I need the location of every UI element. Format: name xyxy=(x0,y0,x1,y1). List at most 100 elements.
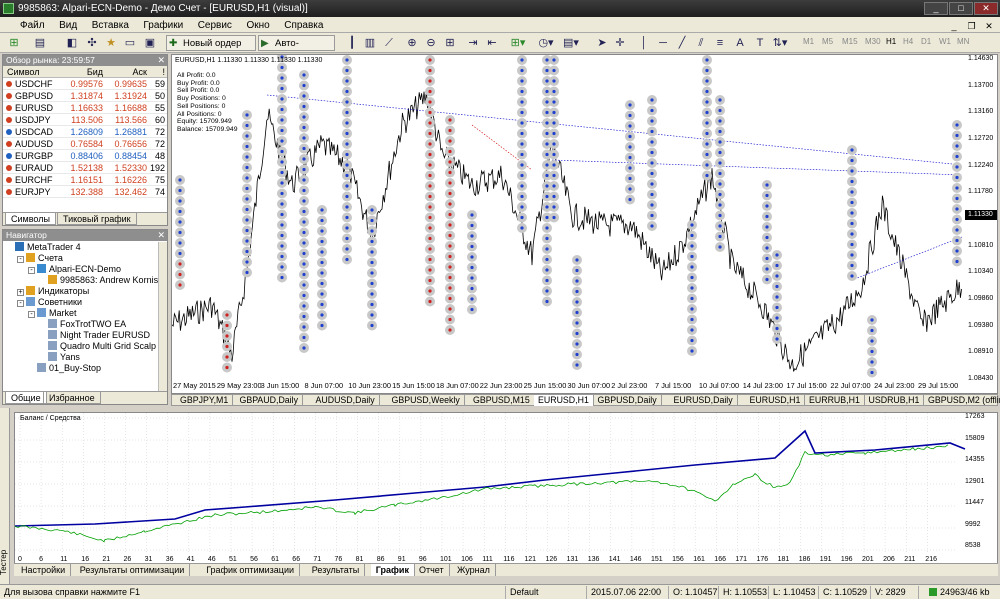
column-symbol[interactable]: Символ xyxy=(3,66,65,77)
chart-tab[interactable]: GBPUSD,Weekly xyxy=(388,395,465,406)
maximize-button[interactable]: □ xyxy=(949,2,973,15)
close-button[interactable]: ✕ xyxy=(974,2,998,15)
column-bid[interactable]: Бид xyxy=(65,66,103,77)
zoom-in-icon[interactable]: ⊕ xyxy=(404,35,420,51)
chart-shift-icon[interactable]: ⇤ xyxy=(484,35,500,51)
market-watch-row[interactable]: USDCAD 1.26809 1.26881 72 xyxy=(3,126,167,138)
tab-symbols[interactable]: Символы xyxy=(5,213,56,225)
horizontal-line-icon[interactable]: ─ xyxy=(655,35,671,51)
vertical-line-icon[interactable]: │ xyxy=(636,35,652,51)
column-spread[interactable]: ! xyxy=(147,66,167,77)
timeframe-m15[interactable]: M15 xyxy=(842,37,858,46)
tester-tab[interactable]: Результаты xyxy=(307,564,366,576)
navigator-item[interactable]: MetaTrader 4 xyxy=(3,242,167,253)
tab-tick-chart[interactable]: Тиковый график xyxy=(57,213,137,225)
navigator-item[interactable]: - Market xyxy=(3,308,167,319)
profiles-icon[interactable]: ▤ xyxy=(32,35,48,51)
navigator-item[interactable]: 01_Buy-Stop xyxy=(3,363,167,374)
timeframe-d1[interactable]: D1 xyxy=(921,37,931,46)
indicators-icon[interactable]: ⊞▾ xyxy=(510,35,526,51)
mdi-close-icon[interactable]: ✕ xyxy=(982,20,996,33)
expand-toggle-icon[interactable]: - xyxy=(28,267,35,274)
chart-tab[interactable]: EURUSD,Daily xyxy=(670,395,738,406)
market-watch-row[interactable]: AUDUSD 0.76584 0.76656 72 xyxy=(3,138,167,150)
tester-tab[interactable]: Журнал xyxy=(452,564,496,576)
menu-charts[interactable]: Графики xyxy=(137,18,189,34)
navigator-item[interactable]: - Советники xyxy=(3,297,167,308)
market-watch-row[interactable]: EURUSD 1.16633 1.16688 55 xyxy=(3,102,167,114)
trendline-icon[interactable]: ╱ xyxy=(674,35,690,51)
tile-windows-icon[interactable]: ⊞ xyxy=(442,35,458,51)
chart-tab[interactable]: GBPUSD,M15 xyxy=(469,395,535,406)
mdi-restore-icon[interactable]: ❐ xyxy=(964,20,978,33)
navigator-item[interactable]: Night Trader EURUSD xyxy=(3,330,167,341)
chart-tab[interactable]: GBPJPY,M1 xyxy=(176,395,234,406)
text-tool-icon[interactable]: A xyxy=(732,35,748,51)
cursor-icon[interactable]: ➤ xyxy=(594,35,610,51)
expand-toggle-icon[interactable]: - xyxy=(28,311,35,318)
data-window-icon[interactable]: ✣ xyxy=(84,35,100,51)
channel-icon[interactable]: ⫽ xyxy=(693,35,709,51)
chart-tab[interactable]: GBPAUD,Daily xyxy=(236,395,303,406)
timeframe-mn[interactable]: MN xyxy=(957,37,969,46)
navigator-item[interactable]: - Alpari-ECN-Demo xyxy=(3,264,167,275)
chart-tab[interactable]: GBPUSD,M2 (offline) xyxy=(924,395,1000,406)
market-watch-row[interactable]: USDCHF 0.99576 0.99635 59 xyxy=(3,78,167,90)
navigator-scrollbar[interactable] xyxy=(158,242,167,391)
chart-tab[interactable]: EURUSD,H1 xyxy=(746,395,806,406)
chart-tab[interactable]: GBPUSD,Daily xyxy=(594,395,662,406)
market-watch-row[interactable]: GBPUSD 1.31874 1.31924 50 xyxy=(3,90,167,102)
navigator-item[interactable]: 9985863: Andrew Kornis xyxy=(3,275,167,286)
market-watch-row[interactable]: EURAUD 1.52138 1.52330 192 xyxy=(3,162,167,174)
tester-tab[interactable]: Отчет xyxy=(414,564,450,576)
tab-favorites[interactable]: Избранное xyxy=(43,392,101,404)
timeframe-m30[interactable]: M30 xyxy=(865,37,881,46)
candles-icon[interactable]: ▥ xyxy=(362,35,378,51)
text-label-icon[interactable]: T xyxy=(752,35,768,51)
crosshair-icon[interactable]: ✛ xyxy=(612,35,628,51)
periods-icon[interactable]: ◷▾ xyxy=(538,35,554,51)
expand-toggle-icon[interactable]: + xyxy=(17,289,24,296)
new-chart-icon[interactable]: ⊞ xyxy=(6,35,22,51)
tester-tab[interactable]: График оптимизации xyxy=(201,564,301,576)
market-watch-row[interactable]: EURGBP 0.88406 0.88454 48 xyxy=(3,150,167,162)
close-panel-icon[interactable]: ✕ xyxy=(157,55,165,66)
navigator-item[interactable]: + Индикаторы xyxy=(3,286,167,297)
tester-tab[interactable]: График xyxy=(370,564,415,576)
navigator-item[interactable]: Quadro Multi Grid Scalp xyxy=(3,341,167,352)
arrows-icon[interactable]: ⇅▾ xyxy=(772,35,788,51)
autoscroll-icon[interactable]: ⇥ xyxy=(465,35,481,51)
column-ask[interactable]: Аск xyxy=(103,66,147,77)
minimize-button[interactable]: _ xyxy=(924,2,948,15)
timeframe-m1[interactable]: M1 xyxy=(803,37,814,46)
market-watch-icon[interactable]: ◧ xyxy=(64,35,80,51)
chart-tab[interactable]: EURUSD,H1 xyxy=(534,395,594,406)
market-watch-row[interactable]: USDJPY 113.506 113.566 60 xyxy=(3,114,167,126)
timeframe-w1[interactable]: W1 xyxy=(939,37,951,46)
navigator-item[interactable]: Yans xyxy=(3,352,167,363)
navigator-item[interactable]: - Счета xyxy=(3,253,167,264)
timeframe-h1[interactable]: H1 xyxy=(886,37,896,46)
new-order-button[interactable]: ✚ Новый ордер xyxy=(166,35,256,51)
line-chart-icon[interactable]: ⟋ xyxy=(381,35,397,51)
zoom-out-icon[interactable]: ⊖ xyxy=(423,35,439,51)
tab-general[interactable]: Общие xyxy=(5,392,47,404)
bar-chart-icon[interactable]: ┃ xyxy=(344,35,360,51)
menu-insert[interactable]: Вставка xyxy=(86,18,135,34)
navigator-icon[interactable]: ★ xyxy=(103,35,119,51)
tester-tab[interactable]: Результаты оптимизации xyxy=(75,564,191,576)
mdi-minimize-icon[interactable]: _ xyxy=(947,20,961,33)
menu-help[interactable]: Справка xyxy=(278,18,329,34)
timeframe-m5[interactable]: M5 xyxy=(822,37,833,46)
timeframe-h4[interactable]: H4 xyxy=(903,37,913,46)
menu-view[interactable]: Вид xyxy=(53,18,83,34)
chart-tab[interactable]: USDRUB,H1 xyxy=(865,395,925,406)
market-watch-row[interactable]: EURCHF 1.16151 1.16226 75 xyxy=(3,174,167,186)
price-chart[interactable]: EURUSD,H1 1.11330 1.11330 1.11330 1.1133… xyxy=(171,54,998,394)
chart-tab[interactable]: AUDUSD,Daily xyxy=(312,395,380,406)
menu-file[interactable]: Файл xyxy=(14,18,51,34)
expand-toggle-icon[interactable]: - xyxy=(17,256,24,263)
market-watch-row[interactable]: EURJPY 132.388 132.462 74 xyxy=(3,186,167,198)
autotrading-button[interactable]: ▶Авто-торговля xyxy=(258,35,335,65)
tester-tab[interactable]: Настройки xyxy=(16,564,72,576)
